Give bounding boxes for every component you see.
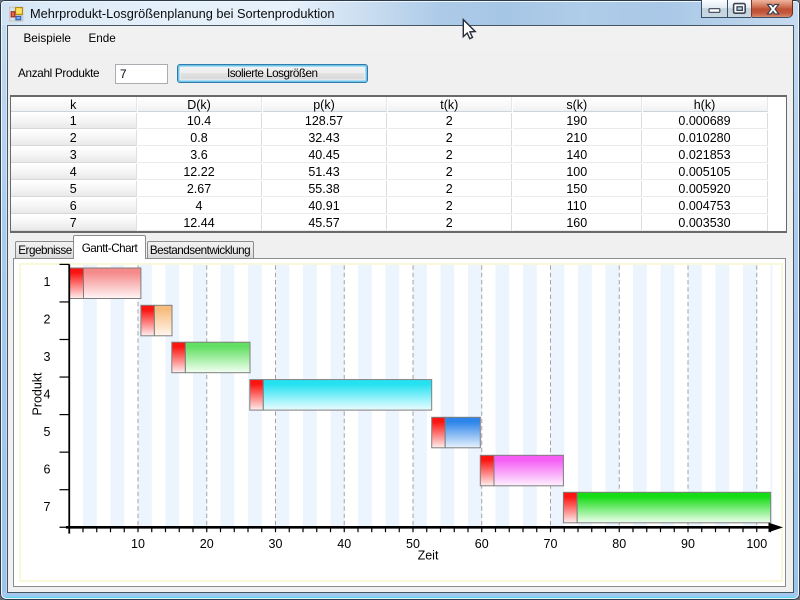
svg-text:Zeit: Zeit bbox=[418, 549, 439, 563]
svg-text:90: 90 bbox=[681, 537, 695, 551]
svg-text:10: 10 bbox=[131, 537, 145, 551]
svg-text:4: 4 bbox=[44, 388, 51, 402]
svg-text:7: 7 bbox=[44, 500, 51, 514]
svg-text:5: 5 bbox=[44, 425, 51, 439]
svg-text:60: 60 bbox=[475, 537, 489, 551]
svg-text:20: 20 bbox=[200, 537, 214, 551]
svg-text:1: 1 bbox=[44, 275, 51, 289]
svg-text:3: 3 bbox=[44, 350, 51, 364]
svg-text:6: 6 bbox=[44, 463, 51, 477]
svg-text:100: 100 bbox=[746, 537, 767, 551]
svg-text:80: 80 bbox=[612, 537, 626, 551]
svg-text:70: 70 bbox=[544, 537, 558, 551]
svg-text:40: 40 bbox=[337, 537, 351, 551]
svg-text:Produkt: Produkt bbox=[31, 372, 45, 416]
svg-text:2: 2 bbox=[44, 312, 51, 326]
svg-text:30: 30 bbox=[269, 537, 283, 551]
